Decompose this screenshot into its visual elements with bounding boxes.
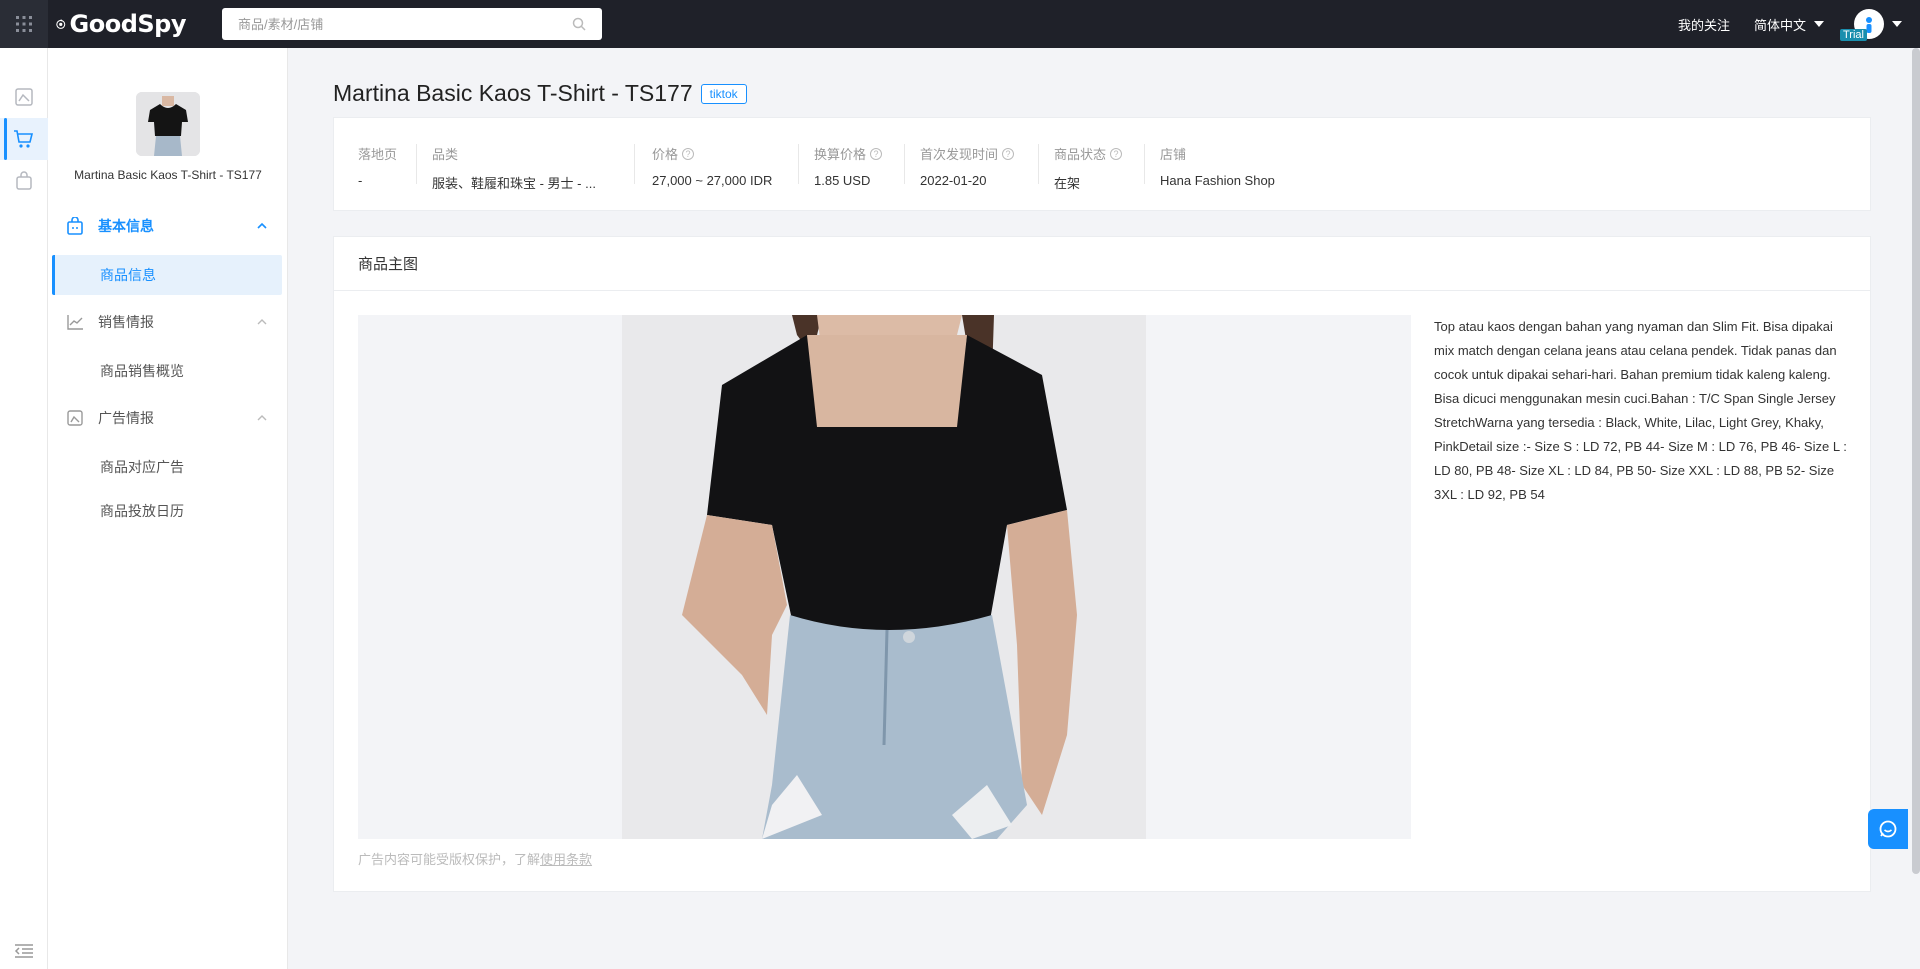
divider <box>1144 144 1145 184</box>
info-label: 落地页 <box>358 147 398 162</box>
chevron-up-icon <box>257 415 267 421</box>
scrollbar-thumb[interactable] <box>1912 48 1920 874</box>
search-input[interactable] <box>238 16 558 32</box>
image-icon <box>67 410 83 426</box>
info-value: 1.85 USD <box>814 173 871 188</box>
help-icon[interactable]: ? <box>1002 147 1015 160</box>
menu-group-sales[interactable]: 销售情报 <box>48 302 288 342</box>
sidebar-product-name: Martina Basic Kaos T-Shirt - TS177 <box>74 168 262 182</box>
menu-group-label: 基本信息 <box>98 218 154 234</box>
info-label: 首次发现时间 <box>920 147 999 162</box>
logo-icon <box>56 19 66 29</box>
info-category: 品类 服装、鞋履和珠宝 - 男士 - ... <box>432 144 612 192</box>
divider <box>1038 144 1039 184</box>
info-value: - <box>358 173 363 188</box>
trial-badge: Trial <box>1840 29 1867 41</box>
info-label: 换算价格 <box>814 147 867 162</box>
product-sidebar: Martina Basic Kaos T-Shirt - TS177 基本信息 … <box>48 48 288 969</box>
top-bar: GoodSpy 我的关注 简体中文 Trial <box>0 0 1920 48</box>
goodspy-logo[interactable]: GoodSpy <box>56 10 187 38</box>
image-viewer[interactable] <box>358 315 1411 839</box>
divider <box>904 144 905 184</box>
menu-group-basic-info[interactable]: 基本信息 <box>48 206 288 246</box>
language-select[interactable]: 简体中文 <box>1754 15 1824 34</box>
chevron-up-icon <box>257 319 267 325</box>
info-label: 价格 <box>652 147 679 162</box>
info-value: 在架 <box>1054 176 1081 191</box>
help-icon[interactable]: ? <box>870 147 883 160</box>
chevron-down-icon <box>1814 21 1824 27</box>
page-title: Martina Basic Kaos T-Shirt - TS177 <box>333 80 693 106</box>
info-landing-page: 落地页 - <box>358 144 406 188</box>
logo-text: GoodSpy <box>69 10 187 38</box>
language-label: 简体中文 <box>1753 17 1806 33</box>
info-price: 价格? 27,000 ~ 27,000 IDR <box>652 144 802 188</box>
collapse-button[interactable] <box>0 943 48 959</box>
divider <box>416 144 417 184</box>
collapse-menu-icon <box>14 944 33 958</box>
section-title: 商品主图 <box>334 237 1870 291</box>
rail-product-button[interactable] <box>0 118 48 160</box>
info-value: 服装、鞋履和珠宝 - 男士 - ... <box>432 176 596 191</box>
main-image-card: 商品主图 Top atau kaos dengan bahan yang nya… <box>333 236 1871 892</box>
menu-item-sales-overview[interactable]: 商品销售概览 <box>52 351 282 391</box>
product-main-image <box>622 315 1146 839</box>
product-info-card: 落地页 - 品类 服装、鞋履和珠宝 - 男士 - ... 价格? 27,000 … <box>333 117 1871 211</box>
info-converted-price: 换算价格? 1.85 USD <box>814 144 904 188</box>
my-follow-link[interactable]: 我的关注 <box>1678 15 1730 34</box>
bag-icon <box>16 171 32 190</box>
platform-tag: tiktok <box>700 83 747 104</box>
divider <box>798 144 799 184</box>
chevron-down-icon <box>1892 21 1902 27</box>
page-header: Martina Basic Kaos T-Shirt - TS177 tikto… <box>333 80 747 107</box>
info-label: 品类 <box>432 147 459 162</box>
info-label: 店铺 <box>1160 147 1187 162</box>
shop-bag-icon <box>67 217 83 235</box>
info-value: 2022-01-20 <box>920 173 987 188</box>
info-status: 商品状态? 在架 <box>1054 144 1144 192</box>
info-shop: 店铺 Hana Fashion Shop <box>1160 144 1360 188</box>
grid-icon <box>16 16 32 32</box>
divider <box>634 144 635 184</box>
help-icon[interactable]: ? <box>1110 147 1123 160</box>
terms-link[interactable]: 使用条款 <box>540 852 592 867</box>
apps-grid-button[interactable] <box>0 0 48 48</box>
info-first-seen: 首次发现时间? 2022-01-20 <box>920 144 1040 188</box>
chat-icon <box>1879 820 1897 838</box>
chat-support-button[interactable] <box>1868 809 1908 849</box>
info-label: 商品状态 <box>1054 147 1107 162</box>
product-description: Top atau kaos dengan bahan yang nyaman d… <box>1434 319 1847 502</box>
menu-item-related-ads[interactable]: 商品对应广告 <box>52 447 282 487</box>
copyright-text: 广告内容可能受版权保护，了解 <box>358 852 541 867</box>
menu-item-ad-calendar[interactable]: 商品投放日历 <box>52 491 282 531</box>
product-thumbnail <box>136 92 200 156</box>
info-value: 27,000 ~ 27,000 IDR <box>652 173 773 188</box>
cart-icon <box>14 130 34 148</box>
icon-rail <box>0 48 48 969</box>
help-icon[interactable]: ? <box>682 147 695 160</box>
image-icon <box>15 88 33 106</box>
rail-ad-button[interactable] <box>0 76 48 118</box>
shop-link[interactable]: Hana Fashion Shop <box>1160 173 1360 188</box>
menu-group-ads[interactable]: 广告情报 <box>48 398 288 438</box>
search-box[interactable] <box>222 8 602 40</box>
line-chart-icon <box>67 315 83 330</box>
chevron-up-icon <box>257 222 267 229</box>
user-menu[interactable]: Trial <box>1840 9 1902 41</box>
menu-group-label: 广告情报 <box>98 410 154 426</box>
menu-item-product-info[interactable]: 商品信息 <box>52 255 282 295</box>
copyright-notice: 广告内容可能受版权保护，了解使用条款 <box>358 849 592 868</box>
rail-shop-button[interactable] <box>0 160 48 202</box>
menu-group-label: 销售情报 <box>98 314 154 330</box>
search-icon[interactable] <box>572 17 586 31</box>
